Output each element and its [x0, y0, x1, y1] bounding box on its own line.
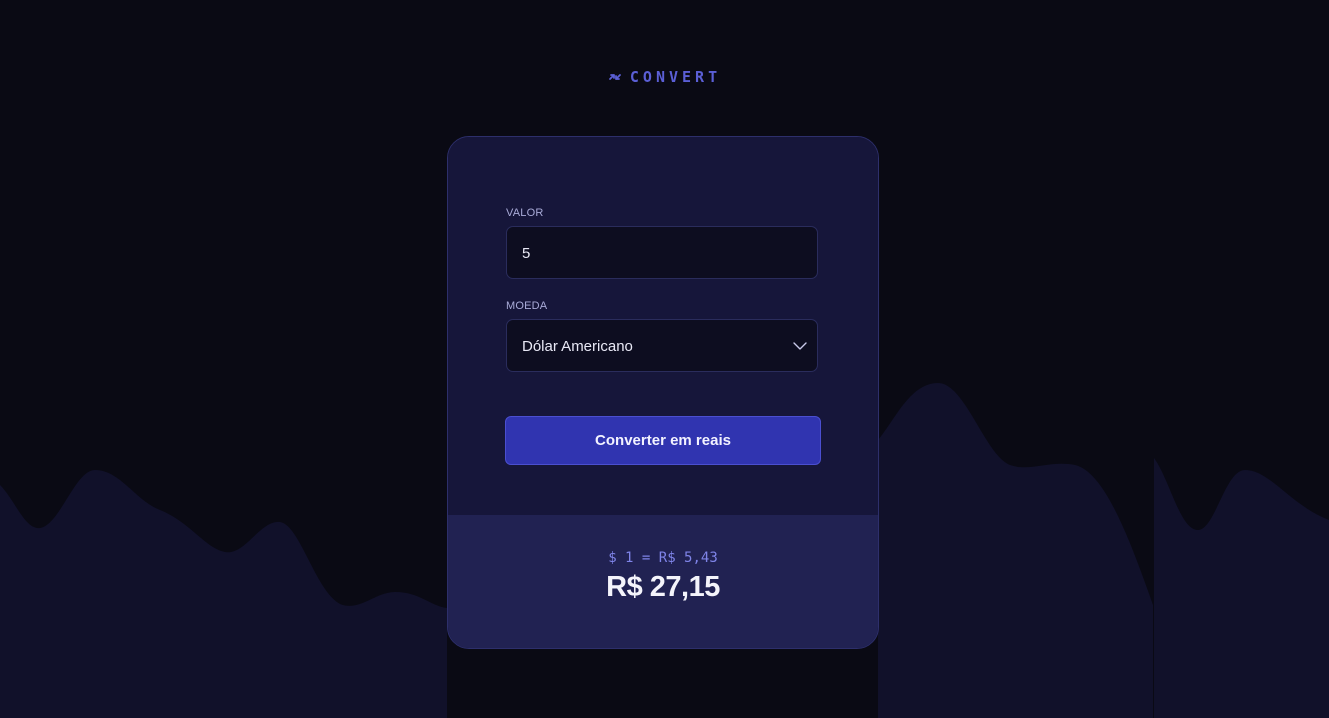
- converted-total: R$ 27,15: [606, 571, 720, 603]
- amount-input[interactable]: 5: [506, 226, 818, 279]
- converter-card: VALOR 5 MOEDA Dólar Americano Converter …: [447, 136, 879, 649]
- app-logo: CONVERT: [0, 68, 1329, 86]
- logo-text: CONVERT: [629, 68, 722, 86]
- converter-form: VALOR 5 MOEDA Dólar Americano Converter …: [448, 137, 878, 515]
- currency-label: MOEDA: [506, 300, 548, 312]
- currency-select[interactable]: Dólar Americano: [506, 319, 818, 372]
- amount-value: 5: [522, 245, 531, 262]
- result-panel: $ 1 = R$ 5,43 R$ 27,15: [448, 515, 878, 648]
- convert-button[interactable]: Converter em reais: [505, 416, 821, 465]
- currency-selected-value: Dólar Americano: [522, 338, 633, 355]
- amount-label: VALOR: [506, 207, 544, 219]
- swap-arrows-icon: [608, 74, 621, 80]
- exchange-rate: $ 1 = R$ 5,43: [608, 550, 718, 566]
- chevron-down-icon: [793, 342, 807, 350]
